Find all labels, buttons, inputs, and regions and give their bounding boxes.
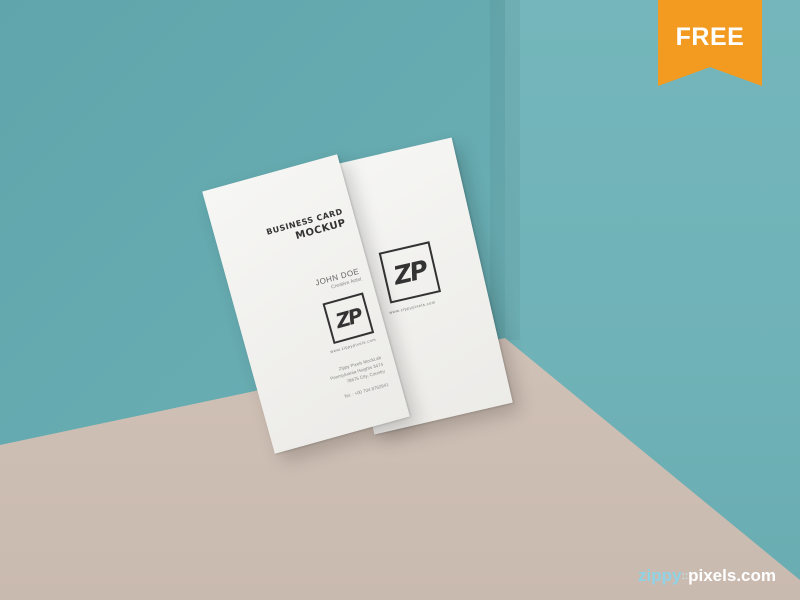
back-card-logo-text: ZP [390, 254, 429, 291]
card-phone: Tel. : +00 704 8762941 [343, 381, 390, 400]
mockup-scene: ZP www.zippypixels.com BUSINESS CARD MOC… [0, 0, 800, 600]
watermark-part2: pixels.com [688, 566, 776, 585]
free-badge-label: FREE [675, 23, 745, 51]
watermark-part1: zippy [638, 566, 682, 585]
front-card-logo-text: ZP [332, 303, 364, 334]
back-card-logo: ZP [378, 241, 442, 304]
front-card-logo: ZP [322, 292, 375, 345]
watermark-logo: zippy::pixels.com [638, 566, 776, 586]
